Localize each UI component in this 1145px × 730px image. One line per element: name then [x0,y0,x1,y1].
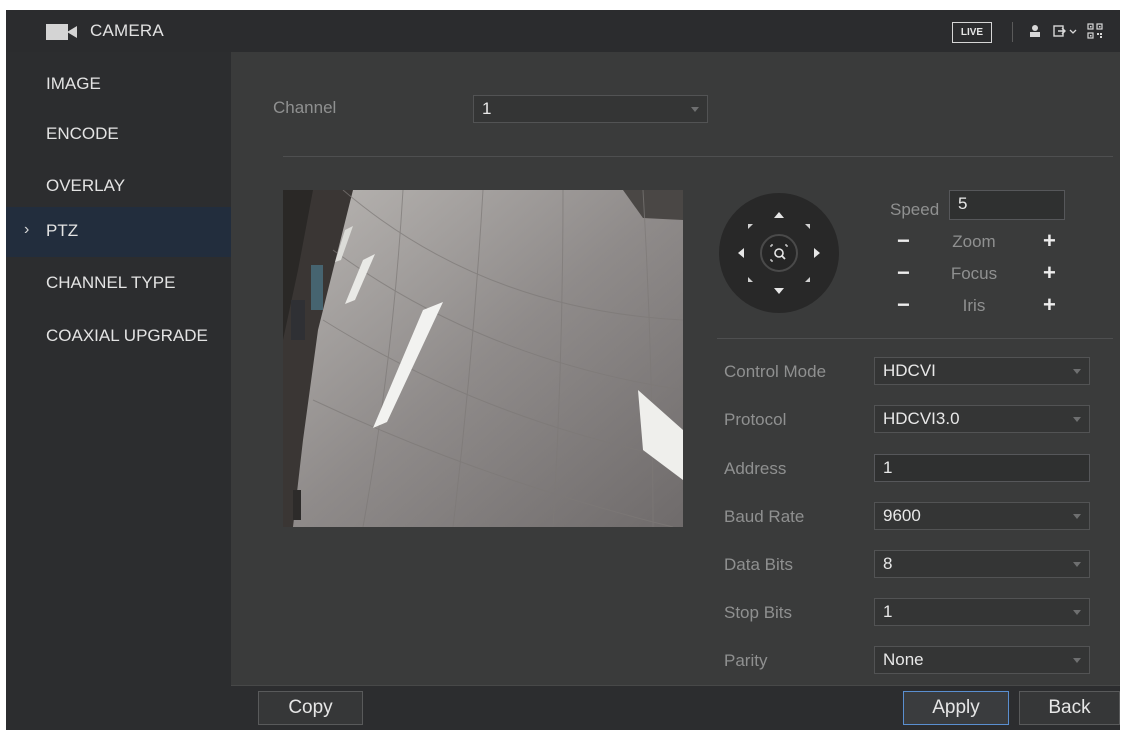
app-window: CAMERA LIVE IMAGE ENCODE OVERLAY › PTZ C… [6,10,1120,730]
iris-label: Iris [962,296,986,315]
sidebar: IMAGE ENCODE OVERLAY › PTZ CHANNEL TYPE … [6,52,231,730]
control-mode-select[interactable]: HDCVI [874,357,1090,385]
sidebar-item-label: IMAGE [46,74,101,93]
sidebar-item-encode[interactable]: ENCODE [6,110,231,160]
chevron-down-icon [1073,369,1081,374]
divider [717,338,1113,339]
logout-icon[interactable] [1052,22,1078,40]
focus-minus-button[interactable]: − [897,262,910,284]
back-button[interactable]: Back [1019,691,1120,725]
main-panel: Channel 1 Speed 5 − Zoom + − Focus + − I… [231,52,1120,685]
protocol-value: HDCVI3.0 [883,409,960,428]
topbar-divider [1012,22,1013,42]
iris-plus-button[interactable]: + [1043,294,1056,316]
speed-value: 5 [958,194,968,213]
chevron-down-icon [1073,658,1081,663]
apply-button[interactable]: Apply [903,691,1009,725]
chevron-down-icon [1073,562,1081,567]
camera-icon [46,24,80,40]
chevron-down-icon [1073,417,1081,422]
baud-rate-select[interactable]: 9600 [874,502,1090,530]
address-label: Address [724,459,787,478]
sidebar-item-label: COAXIAL UPGRADE [46,326,208,345]
sidebar-item-ptz[interactable]: › PTZ [6,207,231,257]
zoom-in-button[interactable]: + [1043,230,1056,252]
protocol-label: Protocol [724,410,787,429]
address-input[interactable]: 1 [874,454,1090,482]
baud-rate-label: Baud Rate [724,507,805,526]
ptz-left-button[interactable] [731,243,751,263]
chevron-down-icon [1073,514,1081,519]
sidebar-item-coaxial-upgrade[interactable]: COAXIAL UPGRADE [6,312,231,362]
chevron-right-icon: › [24,221,30,238]
ptz-down-button[interactable] [769,281,789,301]
sidebar-item-label: ENCODE [46,124,119,143]
baud-rate-value: 9600 [883,506,921,525]
copy-button[interactable]: Copy [258,691,363,725]
channel-value: 1 [482,99,492,118]
control-mode-label: Control Mode [724,362,827,381]
ptz-up-button[interactable] [769,205,789,225]
ptz-direction-pad [719,193,839,313]
ptz-down-left-button[interactable] [741,269,761,289]
zoom-area-icon[interactable] [760,234,798,272]
video-preview [283,190,683,527]
page-title: CAMERA [90,21,164,40]
channel-select[interactable]: 1 [473,95,708,123]
ptz-up-left-button[interactable] [741,217,761,237]
top-bar: CAMERA LIVE [6,10,1120,53]
ptz-up-right-button[interactable] [797,217,817,237]
data-bits-select[interactable]: 8 [874,550,1090,578]
sidebar-item-label: OVERLAY [46,176,126,195]
zoom-label: Zoom [952,232,996,251]
control-mode-value: HDCVI [883,361,936,380]
divider [283,156,1113,157]
stop-bits-value: 1 [883,602,893,621]
speed-label: Speed [890,200,940,219]
stop-bits-select[interactable]: 1 [874,598,1090,626]
ptz-right-button[interactable] [807,243,827,263]
chevron-down-icon [1073,610,1081,615]
live-button[interactable]: LIVE [952,22,992,43]
zoom-out-button[interactable]: − [897,230,910,252]
data-bits-value: 8 [883,554,893,573]
sidebar-item-overlay[interactable]: OVERLAY [6,162,231,212]
sidebar-item-channel-type[interactable]: CHANNEL TYPE [6,259,231,309]
user-icon[interactable] [1026,22,1044,40]
bottom-bar: Copy Apply Back [231,685,1120,730]
qr-code-icon[interactable] [1086,22,1104,40]
chevron-down-icon [691,107,699,112]
speed-input[interactable]: 5 [949,190,1065,220]
sidebar-item-image[interactable]: IMAGE [6,60,231,110]
channel-label: Channel [273,98,337,117]
protocol-select[interactable]: HDCVI3.0 [874,405,1090,433]
parity-select[interactable]: None [874,646,1090,674]
stop-bits-label: Stop Bits [724,603,793,622]
focus-label: Focus [950,264,998,283]
iris-minus-button[interactable]: − [897,294,910,316]
data-bits-label: Data Bits [724,555,793,574]
parity-label: Parity [724,651,768,670]
sidebar-item-label: CHANNEL TYPE [46,273,176,292]
address-value: 1 [883,458,893,477]
focus-plus-button[interactable]: + [1043,262,1056,284]
parity-value: None [883,650,924,669]
sidebar-item-label: PTZ [46,221,79,240]
ptz-down-right-button[interactable] [797,269,817,289]
